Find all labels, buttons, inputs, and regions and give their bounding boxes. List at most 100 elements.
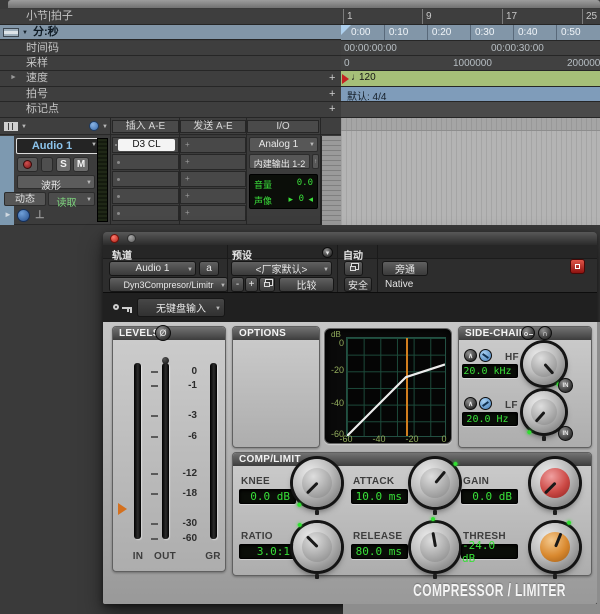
track-height-icon[interactable]: ⊥ bbox=[35, 208, 45, 221]
preset-decrement-button[interactable]: - bbox=[231, 277, 244, 292]
close-window-button[interactable] bbox=[110, 234, 119, 243]
hf-value[interactable]: 20.0 kHz bbox=[462, 364, 518, 378]
ruler-row-timecode[interactable]: 时间码 bbox=[0, 41, 341, 56]
gain-value[interactable]: 0.0 dB bbox=[461, 489, 518, 504]
copy-settings-button[interactable] bbox=[259, 277, 275, 292]
ruler-row-markers[interactable]: 标记点 + bbox=[0, 102, 341, 118]
samples-ruler[interactable]: 0 1000000 2000000 bbox=[341, 56, 600, 71]
input-path-selector[interactable]: Analog 1 ▼ bbox=[249, 137, 318, 152]
ruler-row-bars[interactable]: 小节|拍子 bbox=[0, 9, 341, 25]
record-enable-button[interactable] bbox=[17, 157, 38, 172]
minsec-ruler[interactable]: 0:00 0:10 0:20 0:30 0:40 0:50 bbox=[341, 25, 600, 41]
output-meter-button[interactable]: ↑ bbox=[312, 154, 319, 169]
track-selector[interactable]: Audio 1 ▼ bbox=[109, 261, 196, 276]
plugin-selector[interactable]: Dyn3Compresor/Limitr ▼ bbox=[109, 277, 228, 292]
auto-safe-button[interactable]: 安全 bbox=[344, 277, 372, 292]
thresh-knob[interactable] bbox=[531, 523, 579, 571]
chevron-down-icon[interactable]: ▼ bbox=[102, 124, 108, 130]
add-meter-button[interactable]: + bbox=[329, 87, 335, 102]
send-slot-e[interactable]: + bbox=[180, 205, 246, 221]
target-button[interactable] bbox=[570, 259, 585, 274]
thresh-value[interactable]: -24.0 dB bbox=[461, 544, 518, 559]
send-slot-c[interactable]: + bbox=[180, 171, 246, 187]
output-path-selector[interactable]: 内建输出 1-2 bbox=[249, 154, 310, 169]
chevron-down-icon[interactable]: ▼ bbox=[22, 30, 28, 36]
hf-bandpass-button[interactable]: ∧ bbox=[464, 349, 477, 362]
librarian-menu-button[interactable]: ▾ bbox=[322, 247, 333, 258]
track-list-icon[interactable] bbox=[4, 122, 18, 131]
ruler-row-tempo[interactable]: ► 速度 + bbox=[0, 71, 341, 87]
key-icon bbox=[113, 303, 135, 314]
track-lane[interactable] bbox=[341, 118, 600, 225]
insert-dot-icon bbox=[117, 212, 120, 215]
send-slot-a[interactable]: + bbox=[180, 137, 246, 153]
insert-slot-a[interactable]: D3 CL bbox=[112, 137, 179, 153]
meter-ruler[interactable]: 默认: 4/4 bbox=[341, 87, 600, 102]
release-knob[interactable] bbox=[411, 523, 459, 571]
threshold-arrow[interactable] bbox=[118, 503, 127, 515]
preset-increment-button[interactable]: + bbox=[245, 277, 258, 292]
solo-button[interactable]: S bbox=[56, 157, 71, 172]
mute-button[interactable]: M bbox=[73, 157, 89, 172]
ruler-row-minsec[interactable]: ▼ 分:秒 bbox=[0, 25, 341, 40]
markers-ruler[interactable] bbox=[341, 102, 600, 118]
waveform-zoom-strip[interactable] bbox=[321, 136, 341, 225]
lf-knob[interactable] bbox=[523, 391, 565, 433]
send-slot-b[interactable]: + bbox=[180, 154, 246, 170]
add-marker-button[interactable]: + bbox=[329, 102, 335, 117]
ruler-row-samples[interactable]: 采样 bbox=[0, 56, 341, 71]
ratio-knob[interactable] bbox=[293, 523, 341, 571]
elastic-audio-button[interactable]: 动态 bbox=[4, 192, 46, 206]
attack-value[interactable]: 10.0 ms bbox=[351, 489, 408, 504]
timecode-tick: 00:00:30:00 bbox=[491, 41, 544, 56]
plugin-titlebar[interactable] bbox=[103, 232, 597, 245]
clock-icon[interactable] bbox=[89, 121, 99, 131]
insert-slot-b[interactable] bbox=[112, 154, 179, 170]
release-value[interactable]: 80.0 ms bbox=[351, 544, 408, 559]
track-name-button[interactable]: Audio 1 ▼ bbox=[16, 138, 100, 154]
lf-in-button[interactable]: IN bbox=[558, 426, 573, 441]
playhead-marker[interactable] bbox=[341, 25, 351, 35]
add-tempo-button[interactable]: + bbox=[329, 71, 335, 86]
ruler-row-meter[interactable]: 拍号 + bbox=[0, 87, 341, 102]
insert-slot-d[interactable] bbox=[112, 188, 179, 204]
ruler-icon[interactable] bbox=[3, 28, 19, 37]
ruler-label-bars: 小节|拍子 bbox=[26, 9, 73, 24]
chevron-down-icon[interactable]: ▼ bbox=[21, 124, 27, 130]
preset-selector[interactable]: <厂家默认> ▼ bbox=[231, 261, 332, 276]
send-slot-d[interactable]: + bbox=[180, 188, 246, 204]
phase-invert-button[interactable]: Ø bbox=[155, 325, 171, 341]
volume-value[interactable]: 0.0 bbox=[297, 178, 313, 188]
tempo-ruler[interactable]: ♩ 120 bbox=[341, 71, 600, 87]
scale-label: -18 bbox=[171, 488, 197, 499]
minimize-window-button[interactable] bbox=[127, 234, 136, 243]
inserts-column-header[interactable]: 插入 A-E bbox=[112, 120, 179, 133]
input-monitor-button[interactable] bbox=[41, 157, 53, 172]
lf-bandpass-button[interactable]: ∧ bbox=[464, 397, 477, 410]
timecode-ruler[interactable]: 00:00:00:00 00:00:30:00 bbox=[341, 41, 600, 56]
keyboard-focus-selector[interactable]: 无键盘输入 ▼ bbox=[137, 298, 225, 317]
io-column-header[interactable]: I/O bbox=[247, 120, 319, 133]
gain-knob[interactable] bbox=[531, 459, 579, 507]
bypass-button[interactable]: 旁通 bbox=[382, 261, 428, 276]
pan-value[interactable]: 0 bbox=[299, 194, 304, 204]
attack-knob[interactable] bbox=[411, 459, 459, 507]
output-meter-cap[interactable] bbox=[162, 357, 169, 364]
knee-knob[interactable] bbox=[293, 459, 341, 507]
insert-slot-c[interactable] bbox=[112, 171, 179, 187]
compare-button[interactable]: 比较 bbox=[279, 277, 334, 292]
insert-slot-e[interactable] bbox=[112, 205, 179, 221]
expander-icon[interactable]: ► bbox=[10, 74, 17, 81]
automation-mode-selector[interactable]: 读取 ▼ bbox=[48, 192, 95, 206]
sends-column-header[interactable]: 发送 A-E bbox=[180, 120, 246, 133]
auto-enable-button[interactable] bbox=[344, 261, 363, 276]
bars-ruler[interactable]: 1 9 17 25 bbox=[341, 9, 600, 25]
timebase-button[interactable] bbox=[17, 209, 30, 222]
insert-active-button[interactable]: D3 CL bbox=[118, 139, 175, 151]
graph-y-tick: -20 bbox=[326, 365, 344, 375]
hf-lowpass-button[interactable] bbox=[479, 349, 492, 362]
expand-track-icon[interactable]: ► bbox=[4, 210, 12, 219]
insert-position-selector[interactable]: a bbox=[199, 261, 219, 276]
track-view-selector[interactable]: 波形 ▼ bbox=[17, 175, 95, 189]
lf-highpass-button[interactable] bbox=[479, 397, 492, 410]
